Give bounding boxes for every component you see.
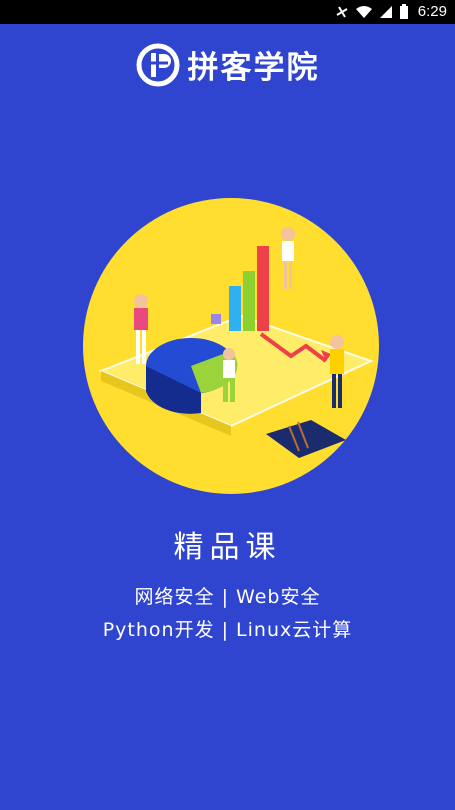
section-title: 精品课 [173, 530, 282, 565]
status-icons: 6:29 [335, 3, 447, 21]
status-bar: 6:29 [0, 0, 455, 24]
analytics-illustration [81, 196, 381, 496]
signal-icon [379, 6, 392, 18]
battery-icon [399, 4, 408, 19]
course-line-1: 网络安全 | Web安全 [134, 586, 321, 608]
status-time: 6:29 [417, 3, 447, 20]
wifi-icon [355, 6, 372, 18]
course-line-2: Python开发 | Linux云计算 [102, 619, 353, 641]
mute-icon [336, 6, 348, 18]
ip-logo-icon [136, 43, 179, 86]
brand-title: 拼客学院 [187, 50, 320, 86]
brand-header: 拼客学院 [0, 42, 455, 87]
